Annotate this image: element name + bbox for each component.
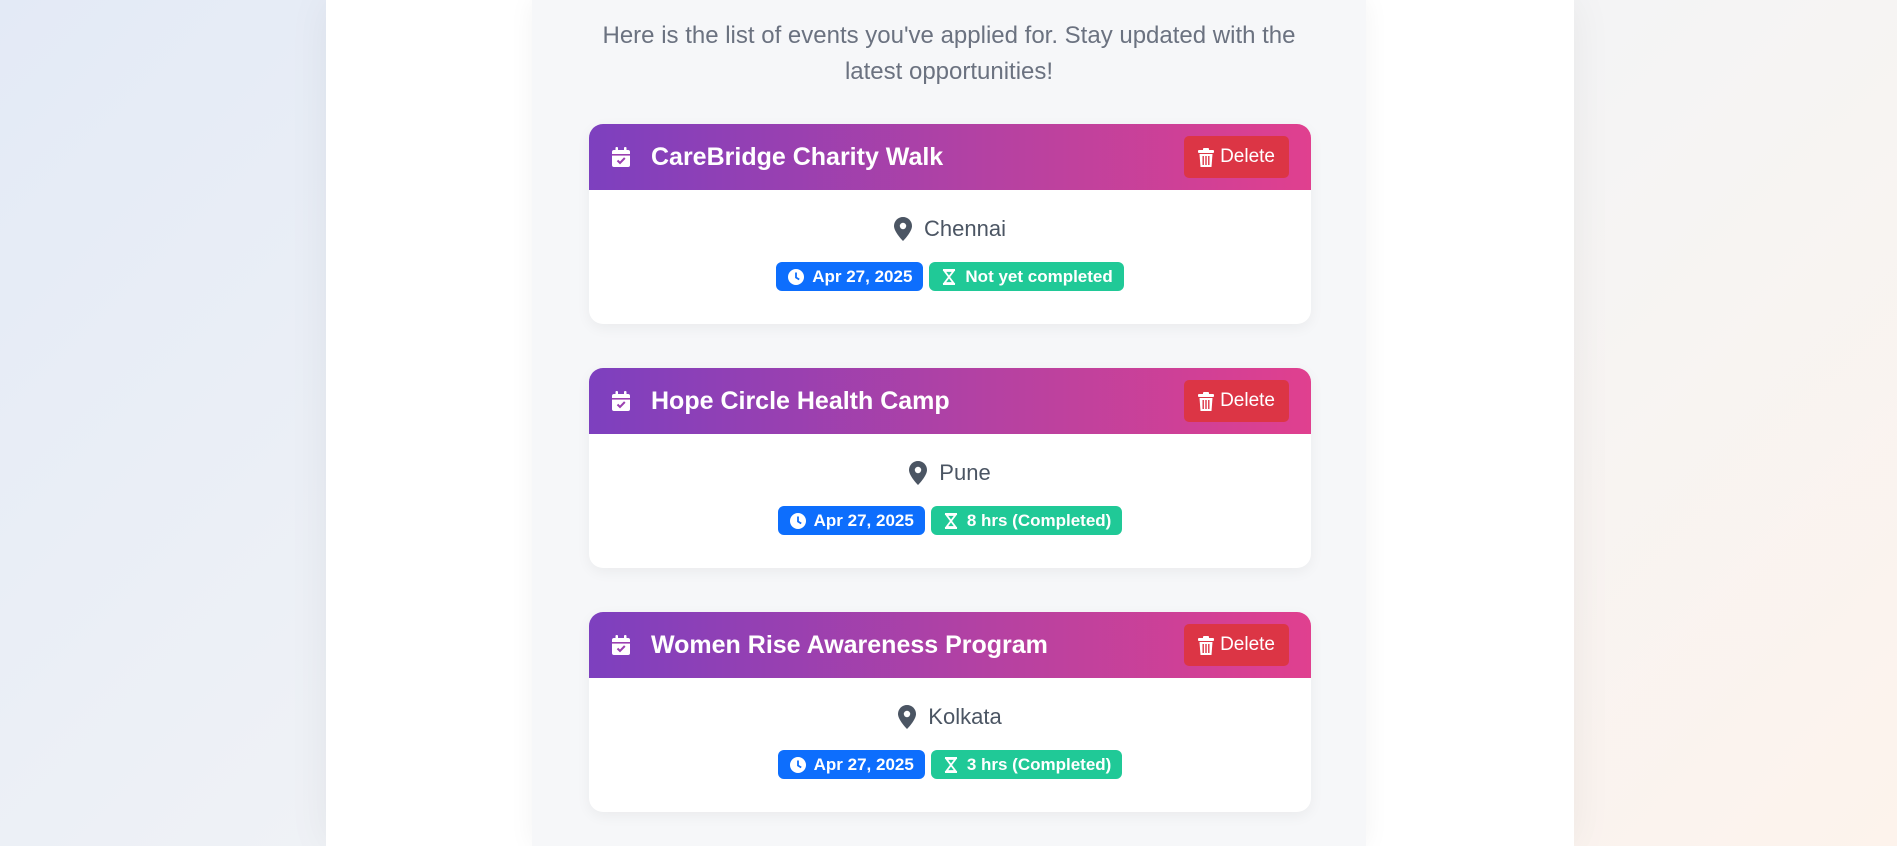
event-location: Kolkata (898, 704, 1002, 730)
hourglass-icon (944, 756, 958, 773)
delete-button-label: Delete (1220, 390, 1275, 411)
event-location: Chennai (894, 216, 1006, 242)
event-title: CareBridge Charity Walk (651, 142, 944, 171)
event-badges: Apr 27, 2025 Not yet completed (589, 262, 1311, 291)
event-title: Hope Circle Health Camp (651, 386, 950, 415)
event-card-header: CareBridge Charity Walk Delete (589, 124, 1311, 190)
delete-button[interactable]: Delete (1184, 380, 1289, 422)
event-card-body: Pune Apr 27, 2025 8 hrs (Completed) (589, 434, 1311, 535)
delete-button[interactable]: Delete (1184, 624, 1289, 666)
clock-icon (789, 512, 806, 529)
event-location-label: Pune (939, 460, 991, 485)
map-pin-icon (898, 705, 917, 729)
event-title-group: Women Rise Awareness Program (609, 631, 1048, 660)
trash-icon (1198, 147, 1215, 167)
status-badge-label: 3 hrs (Completed) (966, 754, 1112, 774)
event-card-body: Kolkata Apr 27, 2025 3 hrs (Completed) (589, 678, 1311, 779)
delete-button-label: Delete (1220, 634, 1275, 655)
trash-icon (1198, 635, 1215, 655)
status-badge: 8 hrs (Completed) (930, 506, 1123, 535)
event-card-header: Women Rise Awareness Program Delete (589, 612, 1311, 678)
event-card: Hope Circle Health Camp Delete Pune Apr … (589, 368, 1311, 568)
hourglass-icon (944, 512, 958, 529)
event-badges: Apr 27, 2025 8 hrs (Completed) (589, 506, 1311, 535)
map-pin-icon (909, 461, 928, 485)
date-badge-label: Apr 27, 2025 (812, 266, 913, 286)
event-card: Women Rise Awareness Program Delete Kolk… (589, 612, 1311, 812)
status-badge-label: 8 hrs (Completed) (966, 510, 1112, 530)
trash-icon (1198, 391, 1215, 411)
clock-icon (789, 756, 806, 773)
map-pin-icon (894, 217, 913, 241)
calendar-check-icon (612, 635, 630, 655)
event-badges: Apr 27, 2025 3 hrs (Completed) (589, 750, 1311, 779)
delete-button-label: Delete (1220, 146, 1275, 167)
status-badge-label: Not yet completed (965, 266, 1113, 286)
event-location-label: Chennai (924, 216, 1006, 241)
event-title-group: Hope Circle Health Camp (609, 387, 950, 416)
status-badge: Not yet completed (929, 262, 1124, 291)
event-location-label: Kolkata (928, 704, 1002, 729)
event-title-group: CareBridge Charity Walk (609, 143, 943, 172)
intro-text: Here is the list of events you've applie… (602, 22, 1296, 85)
status-badge: 3 hrs (Completed) (930, 750, 1123, 779)
event-card-body: Chennai Apr 27, 2025 Not yet completed (589, 190, 1311, 291)
delete-button[interactable]: Delete (1184, 136, 1289, 178)
date-badge: Apr 27, 2025 (777, 506, 925, 535)
event-card: CareBridge Charity Walk Delete Chennai A… (589, 124, 1311, 324)
date-badge-label: Apr 27, 2025 (813, 510, 914, 530)
event-location: Pune (909, 460, 991, 486)
clock-icon (788, 268, 805, 285)
calendar-check-icon (612, 147, 630, 167)
hourglass-icon (943, 268, 956, 285)
date-badge: Apr 27, 2025 (776, 262, 924, 291)
event-title: Women Rise Awareness Program (651, 630, 1048, 659)
calendar-check-icon (612, 391, 630, 411)
event-card-header: Hope Circle Health Camp Delete (589, 368, 1311, 434)
date-badge-label: Apr 27, 2025 (813, 754, 914, 774)
date-badge: Apr 27, 2025 (777, 750, 925, 779)
